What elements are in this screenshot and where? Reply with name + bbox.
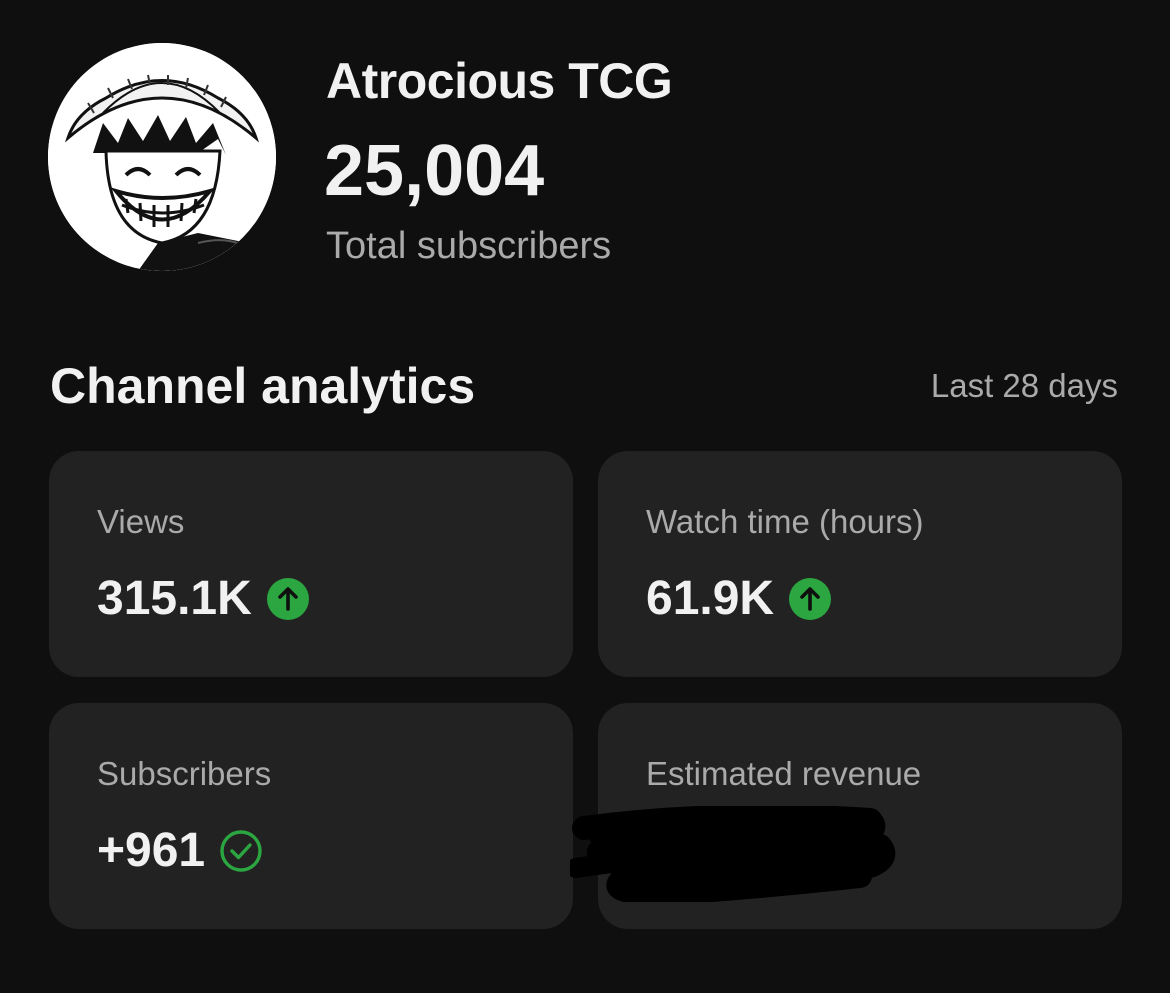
watch-time-value: 61.9K: [646, 572, 775, 625]
channel-name: Atrocious TCG: [326, 53, 673, 109]
watch-time-value-row: 61.9K: [646, 571, 832, 627]
watch-time-card[interactable]: Watch time (hours) 61.9K: [598, 451, 1122, 677]
total-subscriber-count: 25,004: [324, 131, 545, 211]
total-subscribers-caption: Total subscribers: [326, 225, 612, 267]
channel-analytics-title: Channel analytics: [50, 358, 476, 414]
views-value-row: 315.1K: [97, 571, 310, 627]
channel-avatar[interactable]: [48, 43, 276, 271]
check-circle-icon: [220, 830, 262, 872]
arrow-up-circle-icon: [789, 578, 832, 620]
subscribers-card[interactable]: Subscribers +961: [49, 703, 573, 929]
avatar-manga-character-icon: [48, 43, 276, 271]
subscribers-label: Subscribers: [97, 755, 272, 792]
views-value: 315.1K: [97, 572, 252, 625]
watch-time-label: Watch time (hours): [646, 503, 924, 540]
views-card[interactable]: Views 315.1K: [49, 451, 573, 677]
subscribers-value: +961: [97, 824, 206, 877]
views-label: Views: [97, 503, 185, 540]
period-label[interactable]: Last 28 days: [931, 367, 1118, 405]
estimated-revenue-label: Estimated revenue: [646, 755, 922, 792]
arrow-up-circle-icon: [266, 578, 309, 620]
redaction-scribble: [570, 806, 896, 902]
subscribers-value-row: +961: [97, 823, 263, 879]
